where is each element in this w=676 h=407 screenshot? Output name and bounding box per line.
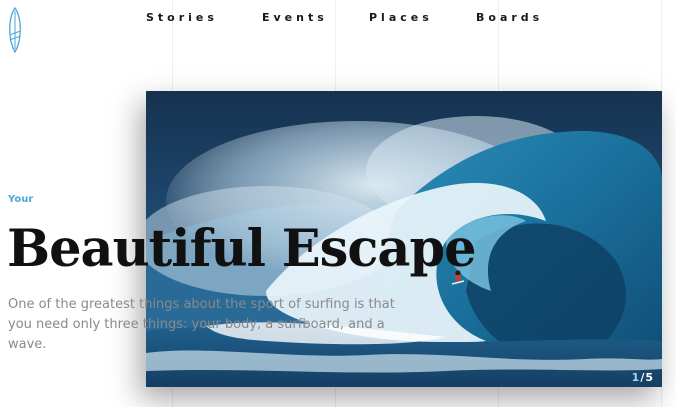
nav-item-places[interactable]: Places [369,11,433,24]
slide-current: 1 [631,371,641,384]
nav-item-boards[interactable]: Boards [476,11,543,24]
hero-title: Beautiful Escape [7,219,477,279]
nav-item-stories[interactable]: Stories [146,11,218,24]
nav-item-events[interactable]: Events [262,11,328,24]
slide-total: 5 [645,371,654,384]
hero-description: One of the greatest things about the spo… [8,297,395,352]
slide-counter: 1/5 [632,371,654,384]
main-nav: Stories Events Places Boards [0,11,676,27]
hero-eyebrow: Your [8,194,34,205]
